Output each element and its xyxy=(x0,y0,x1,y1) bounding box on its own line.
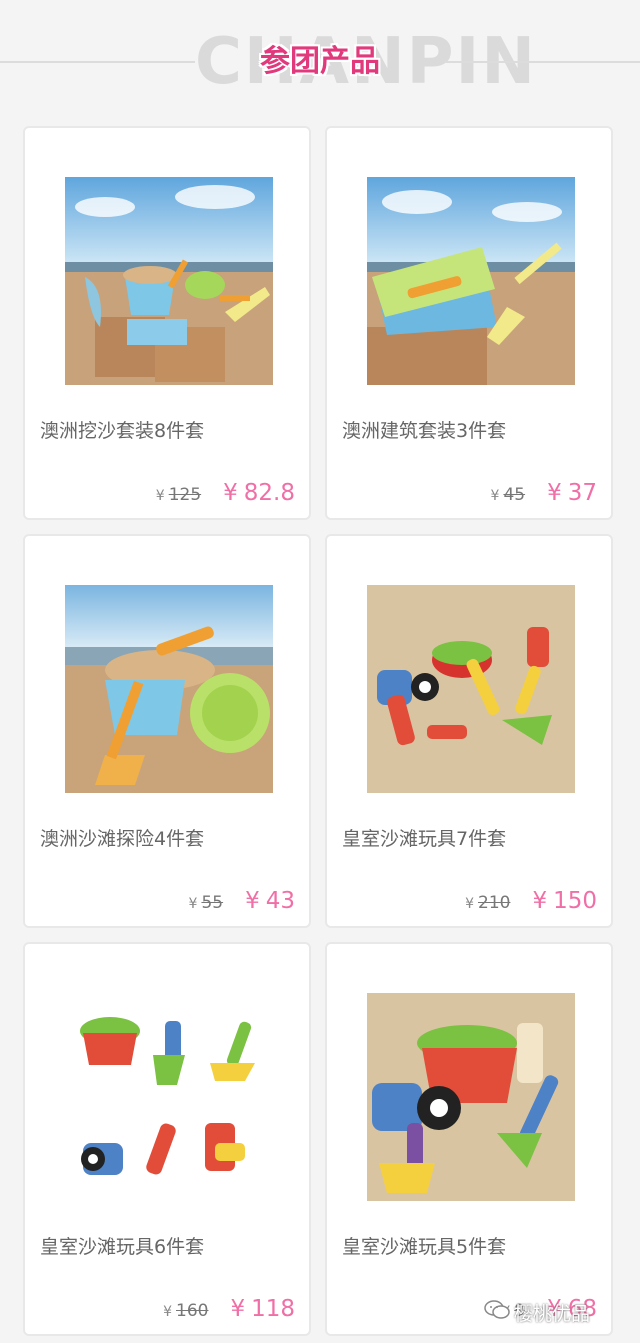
price-row: ¥55 ¥43 xyxy=(189,888,295,922)
product-grid: 澳洲挖沙套装8件套 ¥125 ¥82.8 澳洲建筑套装3件套 ¥ 45 ¥ 37… xyxy=(0,0,640,1343)
group-price: ¥150 xyxy=(532,888,597,914)
product-name[interactable]: 澳洲建筑套装3件套 xyxy=(342,418,602,444)
price-row: ¥125 ¥82.8 xyxy=(156,480,295,514)
price-row: ¥160 ¥118 xyxy=(163,1296,295,1330)
watermark-text: 樱桃优品 xyxy=(514,1302,591,1325)
product-image[interactable] xyxy=(65,993,273,1201)
product-image[interactable] xyxy=(65,177,273,385)
product-name[interactable]: 皇室沙滩玩具7件套 xyxy=(342,826,602,852)
product-card[interactable]: 皇室沙滩玩具6件套 ¥160 ¥118 xyxy=(23,942,311,1336)
product-card[interactable]: 皇室沙滩玩具5件套 ¥9 ¥68 xyxy=(325,942,613,1336)
watermark: 樱桃优品 xyxy=(484,1296,640,1328)
original-price: ¥125 xyxy=(155,485,202,505)
product-card[interactable]: 澳洲挖沙套装8件套 ¥125 ¥82.8 xyxy=(23,126,311,520)
product-image[interactable] xyxy=(367,177,575,385)
group-price: ¥37 xyxy=(547,480,597,506)
product-image[interactable] xyxy=(367,585,575,793)
original-price: ¥210 xyxy=(465,893,511,913)
product-name[interactable]: 澳洲沙滩探险4件套 xyxy=(40,826,300,852)
product-name[interactable]: 皇室沙滩玩具5件套 xyxy=(342,1234,602,1260)
price-row: ¥45 ¥37 xyxy=(491,480,597,514)
product-card[interactable]: 澳洲沙滩探险4件套 ¥55 ¥43 xyxy=(23,534,311,928)
original-price: ¥160 xyxy=(163,1301,209,1321)
product-name[interactable]: 皇室沙滩玩具6件套 xyxy=(40,1234,300,1260)
original-price: ¥45 xyxy=(490,485,526,505)
product-name[interactable]: 澳洲挖沙套装8件套 xyxy=(40,418,300,444)
group-price: ¥43 xyxy=(245,888,295,914)
price-row: ¥210 ¥150 xyxy=(465,888,597,922)
product-card[interactable]: 皇室沙滩玩具7件套 ¥210 ¥150 xyxy=(325,534,613,928)
product-card[interactable]: 澳洲建筑套装3件套 ¥45 ¥37 xyxy=(325,126,613,520)
group-price: ¥118 xyxy=(230,1296,295,1322)
product-image[interactable] xyxy=(367,993,575,1201)
original-price: ¥55 xyxy=(188,893,224,913)
wechat-icon xyxy=(484,1299,510,1326)
group-price: ¥82.8 xyxy=(223,480,295,506)
product-image[interactable] xyxy=(65,585,273,793)
